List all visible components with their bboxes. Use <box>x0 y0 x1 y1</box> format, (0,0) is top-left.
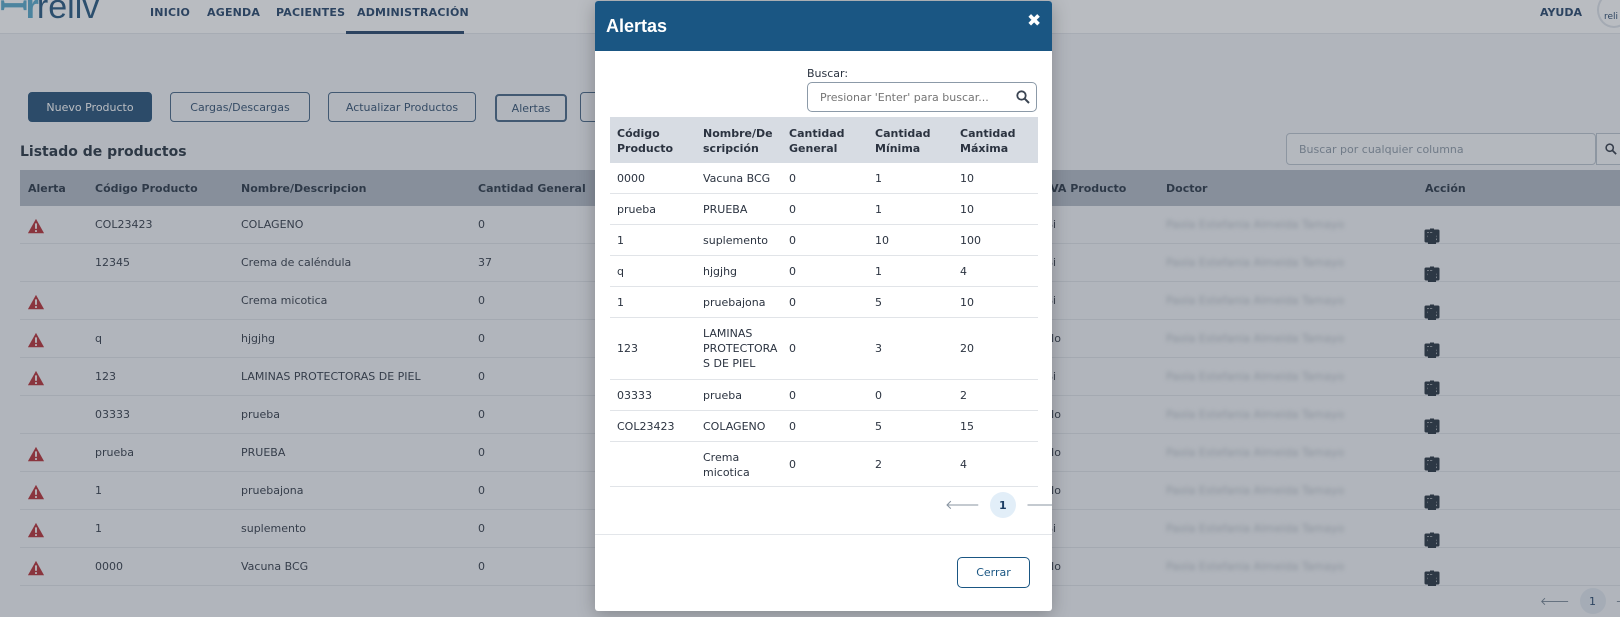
alerts-table-row: 0000 Vacuna BCG 0 1 10 <box>610 163 1038 194</box>
alert-cell-name: LAMINAS PROTECTORA S DE PIEL <box>703 327 778 370</box>
alerts-table-row: 123 LAMINAS PROTECTORA S DE PIEL 0 3 20 <box>610 318 1038 380</box>
alert-cell-name: hjgjhg <box>703 264 738 278</box>
alert-cell-min: 10 <box>875 233 889 247</box>
close-icon[interactable]: ✖ <box>1027 11 1041 31</box>
alerts-table-row: Crema micotica 0 2 4 <box>610 442 1038 487</box>
alert-cell-max: 10 <box>960 295 974 309</box>
alert-cell-max: 10 <box>960 171 974 185</box>
modal-search-label: Buscar: <box>807 67 849 80</box>
alert-cell-name: PRUEBA <box>703 202 748 216</box>
alert-cell-code: 1 <box>617 233 624 247</box>
alert-cell-code: 1 <box>617 295 624 309</box>
alerts-table-row: COL23423 COLAGENO 0 5 15 <box>610 411 1038 442</box>
search-icon[interactable] <box>1016 90 1030 104</box>
alert-cell-code: COL23423 <box>617 419 675 433</box>
alert-cell-name: COLAGENO <box>703 419 766 433</box>
alert-cell-code: 123 <box>617 342 638 355</box>
alert-cell-code: 0000 <box>617 171 645 185</box>
alert-cell-max: 4 <box>960 264 967 278</box>
alert-cell-max: 15 <box>960 419 974 433</box>
alert-cell-name: Vacuna BCG <box>703 171 771 185</box>
alert-cell-general: 0 <box>789 264 796 278</box>
alert-cell-general: 0 <box>789 171 796 185</box>
alert-cell-general: 0 <box>789 388 796 402</box>
alert-cell-code: prueba <box>617 202 656 216</box>
alert-cell-min: 3 <box>875 342 882 355</box>
modal-footer-divider <box>595 534 1052 535</box>
alert-cell-min: 2 <box>875 457 882 471</box>
alert-cell-min: 5 <box>875 419 882 433</box>
modal-header: Alertas ✖ <box>595 1 1052 51</box>
next-arrow-icon[interactable]: 🡒 <box>1026 497 1052 513</box>
alerts-pagination: 🡐 1 🡒 <box>945 492 1052 518</box>
alert-cell-max: 4 <box>960 457 967 471</box>
alert-cell-min: 0 <box>875 388 882 402</box>
alert-cell-name: suplemento <box>703 233 769 247</box>
alerts-modal: Alertas ✖ Buscar: Código Producto Nombre… <box>595 1 1052 611</box>
alert-cell-code: q <box>617 264 624 278</box>
m-col-minima: Cantidad Mínima <box>875 127 931 155</box>
alert-cell-general: 0 <box>789 295 796 309</box>
alerts-table-row: q hjgjhg 0 1 4 <box>610 256 1038 287</box>
alerts-page[interactable]: 1 <box>989 492 1016 518</box>
alert-cell-general: 0 <box>789 419 796 433</box>
alerts-table-row: prueba PRUEBA 0 1 10 <box>610 194 1038 225</box>
m-col-general: Cantidad General <box>789 127 845 155</box>
alerts-table-row: 1 suplemento 0 10 100 <box>610 225 1038 256</box>
alert-cell-general: 0 <box>789 233 796 247</box>
alert-cell-name: pruebajona <box>703 295 766 309</box>
alert-cell-code: 03333 <box>617 388 652 402</box>
alert-cell-general: 0 <box>789 202 796 216</box>
m-col-maxima: Cantidad Máxima <box>960 127 1016 155</box>
alert-cell-min: 5 <box>875 295 882 309</box>
alert-cell-general: 0 <box>789 457 796 471</box>
modal-search-input[interactable] <box>807 82 1037 112</box>
alert-cell-max: 2 <box>960 388 967 402</box>
alert-cell-min: 1 <box>875 264 882 278</box>
m-col-nombre: Nombre/De scripción <box>703 127 773 155</box>
alert-cell-name: prueba <box>703 388 742 402</box>
close-button[interactable]: Cerrar <box>957 557 1030 588</box>
alert-cell-name: Crema micotica <box>703 451 750 479</box>
alert-cell-max: 100 <box>960 233 981 247</box>
alert-cell-general: 0 <box>789 342 796 355</box>
alerts-table-row: 03333 prueba 0 0 2 <box>610 380 1038 411</box>
alert-cell-max: 10 <box>960 202 974 216</box>
alert-cell-min: 1 <box>875 171 882 185</box>
alert-cell-min: 1 <box>875 202 882 216</box>
alerts-table-header: Código Producto Nombre/De scripción Cant… <box>610 117 1038 163</box>
prev-arrow-icon[interactable]: 🡐 <box>945 497 980 513</box>
m-col-codigo: Código Producto <box>617 127 674 155</box>
alert-cell-max: 20 <box>960 342 974 355</box>
modal-title: Alertas <box>606 16 668 36</box>
alerts-table-row: 1 pruebajona 0 5 10 <box>610 287 1038 318</box>
